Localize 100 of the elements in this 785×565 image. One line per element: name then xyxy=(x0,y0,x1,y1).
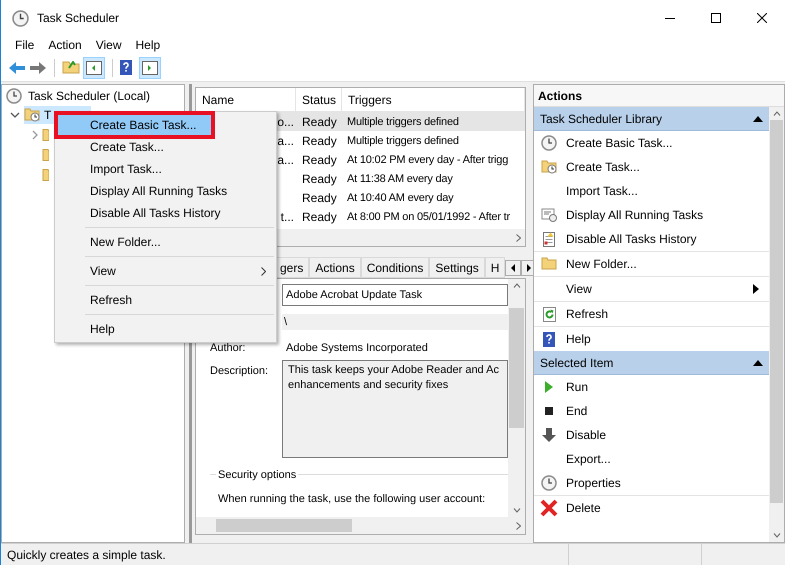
stop-icon xyxy=(545,407,553,415)
folder-icon xyxy=(42,169,49,181)
action-link[interactable]: End xyxy=(566,402,759,420)
column-header[interactable]: Status xyxy=(296,88,342,111)
table-cell: Multiple triggers defined xyxy=(347,135,459,148)
action-link[interactable]: Display All Running Tasks xyxy=(566,206,759,224)
menu-item[interactable]: View xyxy=(88,36,128,54)
action-link[interactable]: Export... xyxy=(566,450,759,468)
forward-arrow-icon[interactable] xyxy=(29,60,47,74)
menu-item[interactable]: File xyxy=(8,36,42,54)
action-link[interactable]: Import Task... xyxy=(566,182,759,200)
down-arrow-icon xyxy=(542,428,556,442)
action-link[interactable]: Delete xyxy=(566,499,759,517)
menu-item[interactable]: Help xyxy=(128,36,168,54)
section-header[interactable]: Task Scheduler Library xyxy=(534,107,769,131)
action-link[interactable]: New Folder... xyxy=(566,255,759,273)
action-link[interactable]: View xyxy=(566,280,753,298)
action-link[interactable]: Create Basic Task... xyxy=(566,134,759,152)
action-link[interactable]: Run xyxy=(566,378,759,396)
close-icon xyxy=(540,499,558,517)
menu-item[interactable]: View xyxy=(57,260,274,282)
left-triangle-icon xyxy=(511,264,516,272)
window-title: Task Scheduler xyxy=(37,10,120,27)
menu-item[interactable]: Create Basic Task... xyxy=(57,114,212,136)
menu-item[interactable]: Disable All Tasks History xyxy=(57,202,274,224)
status-text: Quickly creates a simple task. xyxy=(6,546,167,564)
action-link[interactable]: Create Task... xyxy=(566,158,759,176)
clock-icon xyxy=(541,135,557,151)
menu-item[interactable]: Action xyxy=(41,36,89,54)
description-field[interactable]: This task keeps your Adobe Reader and Ac enhancements and security fixes xyxy=(282,360,508,458)
tab[interactable]: Settings xyxy=(429,257,485,278)
table-cell: Ready xyxy=(302,210,337,224)
table-cell-text: a... xyxy=(277,132,294,150)
back-arrow-icon[interactable] xyxy=(8,60,26,74)
chevron-down-icon[interactable] xyxy=(10,112,20,118)
field-label: Description: xyxy=(210,364,270,379)
group-title: Security options xyxy=(216,467,298,484)
tree-item[interactable]: Task Scheduler (Local) xyxy=(28,87,150,105)
scroll-down-icon[interactable] xyxy=(512,508,520,513)
collapse-arrow-icon[interactable] xyxy=(753,360,763,366)
action-link[interactable]: Disable All Tasks History xyxy=(566,230,759,248)
chevron-right-icon[interactable] xyxy=(32,130,38,140)
log-icon xyxy=(543,232,555,246)
tab[interactable]: Conditions xyxy=(360,257,430,278)
action-link[interactable]: Refresh xyxy=(566,305,759,323)
menu-item[interactable]: Create Task... xyxy=(57,136,274,158)
clock-icon xyxy=(12,10,29,26)
action-link[interactable]: Help xyxy=(566,330,759,348)
menu-item[interactable]: Import Task... xyxy=(57,158,274,180)
security-text: When running the task, use the following user account: xyxy=(217,492,486,507)
table-cell: Multiple triggers defined xyxy=(347,116,459,128)
tree-item[interactable]: T xyxy=(44,106,52,124)
tree-toggle-button[interactable] xyxy=(83,56,105,78)
table-cell: Ready xyxy=(302,172,337,186)
menu-item[interactable]: New Folder... xyxy=(57,231,274,253)
table-cell: At 10:02 PM every day - After trigg xyxy=(347,154,508,166)
menu-item[interactable]: Display All Running Tasks xyxy=(57,180,274,202)
menu-item[interactable]: Help xyxy=(57,318,274,340)
action-link[interactable]: Properties xyxy=(566,474,759,492)
scroll-right-icon[interactable] xyxy=(516,522,521,530)
refresh-icon xyxy=(542,306,556,322)
play-icon xyxy=(545,381,553,393)
menu-item[interactable]: Refresh xyxy=(57,289,274,311)
collapse-arrow-icon[interactable] xyxy=(753,116,763,122)
folder-icon xyxy=(541,257,557,271)
clock-icon xyxy=(6,88,22,104)
tab[interactable]: gers xyxy=(274,257,310,278)
table-cell: At 8:00 PM on 05/01/1992 - After tr xyxy=(347,211,510,224)
table-cell: At 11:38 AM every day xyxy=(347,173,453,186)
scroll-up-icon[interactable] xyxy=(772,111,780,116)
table-cell: At 10:40 AM every day xyxy=(347,192,454,204)
window-clock-icon xyxy=(541,207,557,223)
vertical-scrollbar[interactable] xyxy=(508,279,525,517)
folder-up-icon[interactable] xyxy=(62,61,80,74)
action-link[interactable]: Disable xyxy=(566,426,759,444)
help-icon xyxy=(120,60,132,75)
action-pane-toggle-button[interactable] xyxy=(139,56,161,78)
pane-left-icon xyxy=(86,60,102,74)
table-cell-text: t... xyxy=(280,208,294,226)
tab[interactable]: Actions xyxy=(309,257,361,278)
folder-clock-icon xyxy=(541,160,557,174)
column-header[interactable]: Triggers xyxy=(342,88,525,111)
scroll-down-icon[interactable] xyxy=(772,533,780,538)
vertical-scrollbar[interactable] xyxy=(769,107,784,542)
close-icon xyxy=(757,13,767,23)
name-field[interactable]: Adobe Acrobat Update Task xyxy=(282,284,508,306)
scroll-right-icon[interactable] xyxy=(516,234,521,242)
section-header[interactable]: Selected Item xyxy=(534,351,769,375)
table-cell: Ready xyxy=(302,190,337,204)
location-field[interactable]: \ xyxy=(282,314,508,330)
scroll-left-button[interactable] xyxy=(505,260,522,276)
horizontal-scrollbar[interactable] xyxy=(196,517,525,534)
submenu-arrow-icon xyxy=(753,284,759,294)
pane-right-icon xyxy=(142,60,158,74)
tab[interactable]: H xyxy=(484,257,506,278)
table-cell-text: a... xyxy=(277,152,294,168)
scroll-up-icon[interactable] xyxy=(512,283,520,288)
folder-clock-icon xyxy=(24,108,40,122)
panel-header: Actions xyxy=(534,85,784,107)
folder-icon xyxy=(42,149,49,161)
